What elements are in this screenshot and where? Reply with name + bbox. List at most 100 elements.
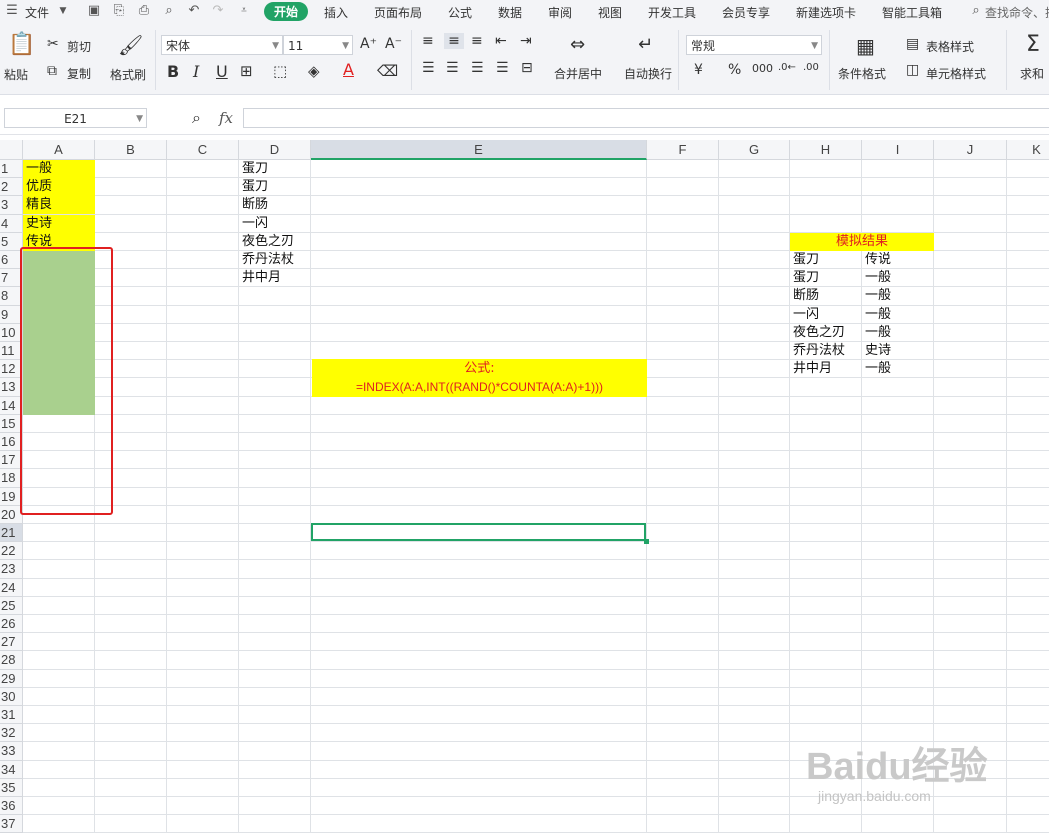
fx-icon[interactable]: fx [219, 109, 233, 127]
command-search[interactable]: 查找命令、搜 [985, 4, 1049, 21]
sim-item-cell[interactable]: 乔丹法杖 [790, 342, 862, 360]
sim-item-cell[interactable]: 夜色之刃 [790, 324, 862, 342]
paste-icon[interactable]: 📋 [8, 32, 35, 57]
tab-review[interactable]: 审阅 [548, 4, 572, 21]
row-header-2[interactable]: 2 [0, 178, 23, 197]
tab-formula[interactable]: 公式 [448, 4, 472, 21]
format-painter-icon[interactable]: 🖌 [118, 33, 143, 57]
cell-style-button[interactable]: 单元格样式 [926, 65, 986, 82]
sim-item-cell[interactable]: 断肠 [790, 287, 862, 305]
row-header-3[interactable]: 3 [0, 196, 23, 215]
fill-color-icon[interactable]: ◈ [308, 62, 320, 80]
underline-icon[interactable]: U [216, 62, 228, 81]
cell-d6[interactable]: 乔丹法杖 [239, 251, 311, 269]
font-name-select[interactable]: 宋体 ▼ [161, 35, 283, 55]
row-header-27[interactable]: 27 [0, 633, 23, 652]
column-header-i[interactable]: I [862, 140, 934, 160]
increase-decimal-icon[interactable]: .0← [778, 62, 796, 73]
font-color-icon[interactable]: A [343, 60, 354, 79]
formula-input[interactable] [243, 108, 1049, 128]
conditional-format-button[interactable]: 条件格式 [838, 65, 886, 82]
fill-handle[interactable] [644, 539, 649, 544]
column-header-c[interactable]: C [167, 140, 239, 160]
outdent-icon[interactable]: ⇤ [495, 33, 507, 49]
undo-icon[interactable]: ↶ [186, 3, 202, 19]
copy-icon[interactable]: ⧉ [47, 63, 57, 79]
cell-d4[interactable]: 一闪 [239, 215, 311, 233]
tab-developer[interactable]: 开发工具 [648, 4, 696, 21]
distribute-icon[interactable]: ⊟ [521, 60, 533, 76]
export-icon[interactable]: ⎘ [111, 3, 127, 19]
column-header-j[interactable]: J [934, 140, 1007, 160]
percent-icon[interactable]: % [728, 62, 741, 78]
column-header-e[interactable]: E [311, 140, 647, 160]
column-header-f[interactable]: F [647, 140, 719, 160]
font-size-select[interactable]: 11 ▼ [283, 35, 353, 55]
tab-view[interactable]: 视图 [598, 4, 622, 21]
sim-item-cell[interactable]: 蛋刀 [790, 269, 862, 287]
column-header-k[interactable]: K [1007, 140, 1049, 160]
row-header-25[interactable]: 25 [0, 596, 23, 615]
italic-icon[interactable]: I [193, 62, 199, 81]
paste-button[interactable]: 粘贴 [4, 66, 28, 83]
row-header-24[interactable]: 24 [0, 578, 23, 597]
scissors-icon[interactable]: ✂ [47, 36, 59, 52]
cell-a1[interactable]: 一般 [23, 160, 95, 178]
cell-d7[interactable]: 井中月 [239, 269, 311, 287]
auto-wrap-button[interactable]: 自动换行 [624, 65, 672, 82]
file-menu[interactable]: 文件 [25, 4, 49, 21]
indent-icon[interactable]: ⇥ [520, 33, 532, 49]
tab-new[interactable]: 新建选项卡 [796, 4, 856, 21]
hamburger-icon[interactable]: ☰ [4, 3, 20, 19]
row-header-1[interactable]: 1 [0, 160, 23, 179]
cut-button[interactable]: 剪切 [67, 38, 91, 55]
print-icon[interactable]: ⎙ [136, 3, 152, 19]
row-header-22[interactable]: 22 [0, 542, 23, 561]
align-top-icon[interactable]: ≡ [422, 33, 434, 49]
decrease-font-icon[interactable]: A⁻ [385, 36, 402, 52]
align-right-icon[interactable]: ☰ [471, 60, 484, 76]
tab-insert[interactable]: 插入 [324, 4, 348, 21]
tab-home[interactable]: 开始 [264, 2, 309, 21]
row-header-33[interactable]: 33 [0, 742, 23, 761]
justify-icon[interactable]: ☰ [496, 60, 509, 76]
table-style-button[interactable]: 表格样式 [926, 38, 974, 55]
copy-button[interactable]: 复制 [67, 65, 91, 82]
row-header-26[interactable]: 26 [0, 615, 23, 634]
select-all-corner[interactable] [0, 140, 23, 160]
cell-a3[interactable]: 精良 [23, 196, 95, 215]
save-icon[interactable]: ▣ [86, 3, 102, 19]
row-header-23[interactable]: 23 [0, 560, 23, 579]
column-header-a[interactable]: A [23, 140, 95, 160]
sum-icon[interactable]: Σ [1026, 32, 1040, 57]
border-icon[interactable]: ⊞ [240, 62, 253, 80]
align-middle-icon[interactable]: ≡ [444, 33, 464, 49]
customize-icon[interactable]: ⩡ [236, 3, 252, 19]
row-header-35[interactable]: 35 [0, 778, 23, 797]
chevron-down-icon[interactable]: ▼ [55, 3, 71, 19]
row-header-28[interactable]: 28 [0, 651, 23, 670]
sim-result-cell[interactable]: 一般 [862, 360, 934, 378]
align-center-icon[interactable]: ☰ [446, 60, 459, 76]
increase-font-icon[interactable]: A⁺ [360, 36, 377, 52]
zoom-icon[interactable]: ⌕ [192, 108, 201, 128]
row-header-21[interactable]: 21 [0, 524, 23, 543]
column-header-h[interactable]: H [790, 140, 862, 160]
column-header-g[interactable]: G [719, 140, 790, 160]
align-bottom-icon[interactable]: ≡ [471, 33, 483, 49]
sim-result-cell[interactable]: 一般 [862, 324, 934, 342]
format-painter-button[interactable]: 格式刷 [110, 66, 146, 83]
spreadsheet-grid[interactable]: ABCDEFGHIJK 1 2 3 4 5 6 7 8 9 10 11 12 13 14 15 16 17 18 1… [0, 140, 1049, 833]
cell-d3[interactable]: 断肠 [239, 196, 311, 214]
row-header-29[interactable]: 29 [0, 669, 23, 688]
cell-d2[interactable]: 蛋刀 [239, 178, 311, 196]
cell-a2[interactable]: 优质 [23, 178, 95, 197]
decrease-decimal-icon[interactable]: .00 [803, 62, 819, 73]
conditional-format-icon[interactable]: ▦ [856, 34, 875, 58]
column-header-b[interactable]: B [95, 140, 167, 160]
table-style-icon[interactable]: ▤ [906, 36, 919, 52]
sim-result-cell[interactable]: 一般 [862, 287, 934, 305]
sim-item-cell[interactable]: 一闪 [790, 306, 862, 324]
row-header-36[interactable]: 36 [0, 797, 23, 816]
align-left-icon[interactable]: ☰ [422, 60, 435, 76]
